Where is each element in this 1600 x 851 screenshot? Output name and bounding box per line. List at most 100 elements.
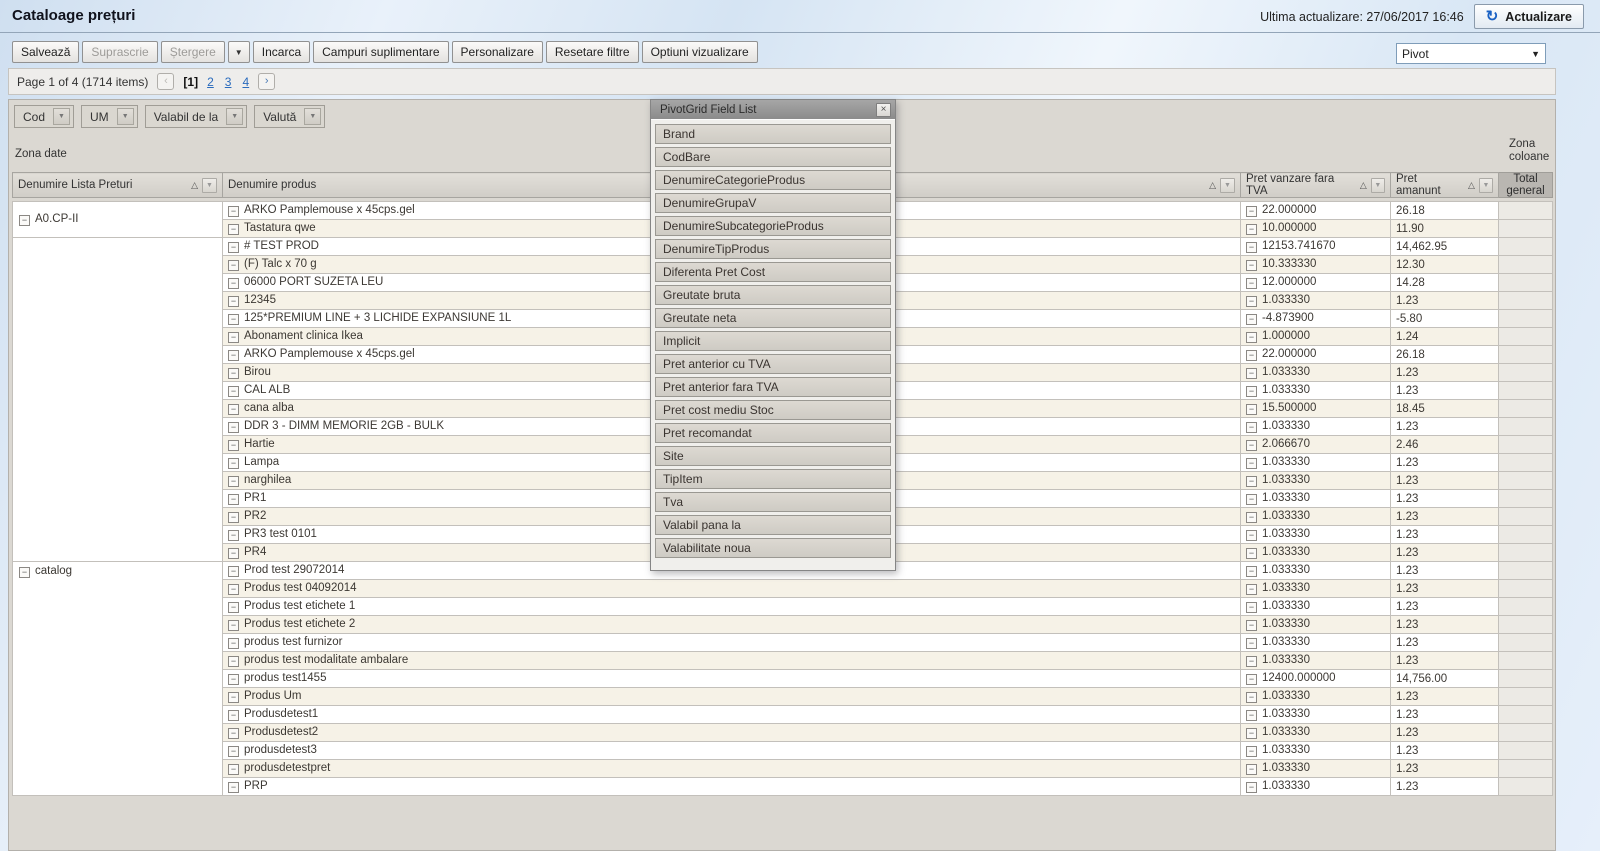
row-group-cell[interactable]: −A0.CP-II [13, 202, 223, 238]
prev-page-button[interactable]: ‹ [157, 73, 174, 90]
view-options-button[interactable]: Optiuni vizualizare [642, 41, 758, 63]
page-link-4[interactable]: 4 [242, 75, 249, 89]
overwrite-button[interactable]: Suprascrie [82, 41, 157, 63]
collapse-icon[interactable]: − [228, 710, 239, 721]
collapse-icon[interactable]: − [228, 674, 239, 685]
delete-button[interactable]: Ștergere [161, 41, 225, 63]
field-item[interactable]: Pret recomandat [655, 423, 891, 443]
collapse-icon[interactable]: − [1246, 350, 1257, 361]
collapse-icon[interactable]: − [1246, 242, 1257, 253]
collapse-icon[interactable]: − [1246, 422, 1257, 433]
collapse-icon[interactable]: − [1246, 476, 1257, 487]
filter-chip-valută[interactable]: Valută▼ [254, 105, 325, 128]
collapse-icon[interactable]: − [1246, 656, 1257, 667]
collapse-icon[interactable]: − [1246, 368, 1257, 379]
collapse-icon[interactable]: − [228, 242, 239, 253]
collapse-icon[interactable]: − [1246, 224, 1257, 235]
chevron-down-icon[interactable]: ▼ [117, 108, 134, 125]
collapse-icon[interactable]: − [228, 260, 239, 271]
collapse-icon[interactable]: − [1246, 332, 1257, 343]
personalize-button[interactable]: Personalizare [452, 41, 543, 63]
collapse-icon[interactable]: − [1246, 584, 1257, 595]
collapse-icon[interactable]: − [1246, 548, 1257, 559]
chevron-down-icon[interactable]: ▼ [53, 108, 70, 125]
collapse-icon[interactable]: − [1246, 278, 1257, 289]
collapse-icon[interactable]: − [228, 584, 239, 595]
collapse-icon[interactable]: − [228, 314, 239, 325]
collapse-icon[interactable]: − [228, 602, 239, 613]
dialog-title-bar[interactable]: PivotGrid Field List × [651, 100, 895, 120]
field-item[interactable]: Brand [655, 124, 891, 144]
collapse-icon[interactable]: − [228, 224, 239, 235]
chevron-down-icon[interactable]: ▼ [304, 108, 321, 125]
field-item[interactable]: CodBare [655, 147, 891, 167]
collapse-icon[interactable]: − [1246, 386, 1257, 397]
collapse-icon[interactable]: − [228, 512, 239, 523]
collapse-icon[interactable]: − [1246, 512, 1257, 523]
collapse-icon[interactable]: − [228, 782, 239, 793]
field-item[interactable]: Greutate bruta [655, 285, 891, 305]
collapse-icon[interactable]: − [19, 567, 30, 578]
collapse-icon[interactable]: − [1246, 692, 1257, 703]
collapse-icon[interactable]: − [228, 278, 239, 289]
collapse-icon[interactable]: − [1246, 206, 1257, 217]
collapse-icon[interactable]: − [228, 206, 239, 217]
collapse-icon[interactable]: − [1246, 296, 1257, 307]
collapse-icon[interactable]: − [1246, 620, 1257, 631]
refresh-button[interactable]: ↻ Actualizare [1474, 4, 1584, 29]
collapse-icon[interactable]: − [19, 215, 30, 226]
collapse-icon[interactable]: − [228, 494, 239, 505]
field-item[interactable]: Valabil pana la [655, 515, 891, 535]
close-icon[interactable]: × [876, 103, 891, 117]
field-item[interactable]: Valabilitate noua [655, 538, 891, 558]
filter-chip-um[interactable]: UM▼ [81, 105, 138, 128]
field-item[interactable]: DenumireGrupaV [655, 193, 891, 213]
collapse-icon[interactable]: − [228, 638, 239, 649]
collapse-icon[interactable]: − [1246, 494, 1257, 505]
collapse-icon[interactable]: − [228, 296, 239, 307]
field-item[interactable]: Implicit [655, 331, 891, 351]
collapse-icon[interactable]: − [1246, 530, 1257, 541]
field-item[interactable]: Site [655, 446, 891, 466]
field-item[interactable]: Pret anterior fara TVA [655, 377, 891, 397]
collapse-icon[interactable]: − [228, 692, 239, 703]
header-filter-dropdown-button[interactable]: ▼ [1220, 178, 1235, 193]
collapse-icon[interactable]: − [228, 566, 239, 577]
save-button[interactable]: Salvează [12, 41, 79, 63]
row-group-cell[interactable]: −catalog [13, 562, 223, 796]
collapse-icon[interactable]: − [228, 458, 239, 469]
collapse-icon[interactable]: − [228, 368, 239, 379]
collapse-icon[interactable]: − [1246, 260, 1257, 271]
collapse-icon[interactable]: − [1246, 746, 1257, 757]
field-item[interactable]: Pret cost mediu Stoc [655, 400, 891, 420]
collapse-icon[interactable]: − [1246, 728, 1257, 739]
field-item[interactable]: TipItem [655, 469, 891, 489]
collapse-icon[interactable]: − [1246, 314, 1257, 325]
header-filter-dropdown-button[interactable]: ▼ [1479, 178, 1493, 193]
field-item[interactable]: DenumireTipProdus [655, 239, 891, 259]
collapse-icon[interactable]: − [228, 728, 239, 739]
collapse-icon[interactable]: − [1246, 674, 1257, 685]
chevron-down-icon[interactable]: ▼ [226, 108, 243, 125]
collapse-icon[interactable]: − [228, 746, 239, 757]
field-item[interactable]: Tva [655, 492, 891, 512]
column-header-denumire-lista-preturi[interactable]: Denumire Lista Preturi△▼ [13, 173, 223, 198]
collapse-icon[interactable]: − [228, 620, 239, 631]
field-item[interactable]: Greutate neta [655, 308, 891, 328]
filter-chip-valabil-de-la[interactable]: Valabil de la▼ [145, 105, 248, 128]
collapse-icon[interactable]: − [1246, 782, 1257, 793]
collapse-icon[interactable]: − [228, 350, 239, 361]
column-header-pret-amanunt[interactable]: Pret amanunt△▼ [1391, 173, 1499, 198]
reset-filters-button[interactable]: Resetare filtre [546, 41, 639, 63]
delete-dropdown-button[interactable]: ▼ [228, 41, 250, 63]
extra-fields-button[interactable]: Campuri suplimentare [313, 41, 448, 63]
collapse-icon[interactable]: − [228, 404, 239, 415]
collapse-icon[interactable]: − [1246, 602, 1257, 613]
view-mode-select[interactable]: Pivot ▼ [1396, 43, 1546, 64]
collapse-icon[interactable]: − [228, 476, 239, 487]
collapse-icon[interactable]: − [1246, 440, 1257, 451]
page-link-2[interactable]: 2 [207, 75, 214, 89]
header-filter-dropdown-button[interactable]: ▼ [1371, 178, 1385, 193]
collapse-icon[interactable]: − [1246, 638, 1257, 649]
field-item[interactable]: Diferenta Pret Cost [655, 262, 891, 282]
